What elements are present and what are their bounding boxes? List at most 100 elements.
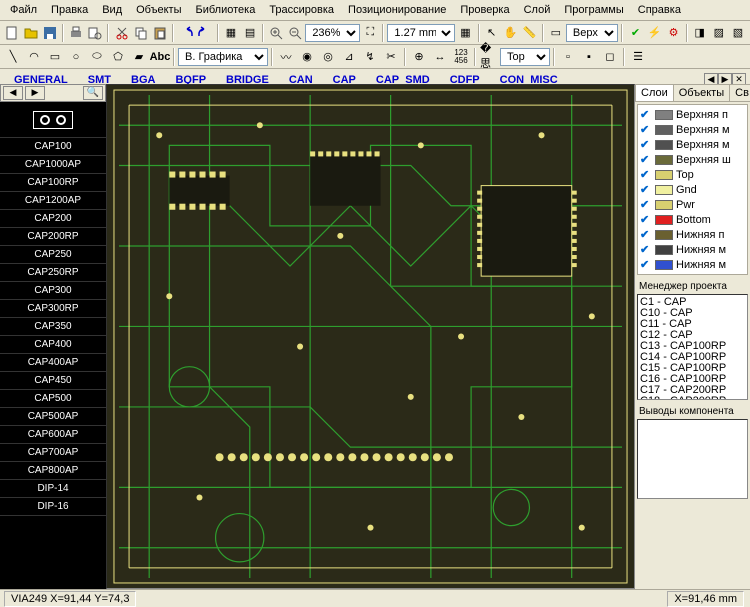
- trace-tool-icon[interactable]: 〰: [276, 47, 296, 67]
- unroute-icon[interactable]: ✂: [381, 47, 401, 67]
- menu-трассировка[interactable]: Трассировка: [263, 2, 340, 18]
- align-left-icon[interactable]: �思: [479, 47, 499, 67]
- lib-item[interactable]: CAP500: [0, 390, 106, 408]
- 3d-view-icon[interactable]: ◨: [691, 23, 709, 43]
- lib-item[interactable]: CAP400: [0, 336, 106, 354]
- layer-check-icon[interactable]: ✔: [640, 198, 652, 211]
- paste-icon[interactable]: [151, 23, 169, 43]
- ellipse-tool-icon[interactable]: ⬭: [87, 47, 107, 67]
- open-file-icon[interactable]: [22, 23, 40, 43]
- layer-row[interactable]: ✔Pwr: [640, 197, 745, 212]
- track-tool-icon[interactable]: ⊿: [339, 47, 359, 67]
- undo-icon[interactable]: [177, 23, 195, 43]
- menu-программы[interactable]: Программы: [558, 2, 629, 18]
- layer-check-icon[interactable]: ✔: [640, 183, 652, 196]
- right-tab-2[interactable]: Св: [729, 84, 750, 101]
- lib-item[interactable]: CAP500AP: [0, 408, 106, 426]
- lib-item[interactable]: CAP100: [0, 138, 106, 156]
- align-combo[interactable]: Top: [500, 48, 550, 66]
- print-icon[interactable]: [67, 23, 85, 43]
- layer-check-icon[interactable]: ✔: [640, 168, 652, 181]
- settings-icon[interactable]: ⚙: [665, 23, 683, 43]
- lib-item[interactable]: CAP600AP: [0, 426, 106, 444]
- layer-row[interactable]: ✔Верхняя ш: [640, 152, 745, 167]
- library-list[interactable]: CAP100CAP1000APCAP100RPCAP1200APCAP200CA…: [0, 138, 106, 589]
- layer-check-icon[interactable]: ✔: [640, 243, 652, 256]
- layer-select[interactable]: Верх: [566, 24, 619, 42]
- lib-item[interactable]: DIP-16: [0, 498, 106, 516]
- grid-toggle-icon[interactable]: ▦: [456, 23, 474, 43]
- zoom-in-icon[interactable]: [267, 23, 285, 43]
- copy-icon[interactable]: [132, 23, 150, 43]
- lib-item[interactable]: CAP300RP: [0, 300, 106, 318]
- layer-row[interactable]: ✔Top: [640, 167, 745, 182]
- menu-объекты[interactable]: Объекты: [130, 2, 187, 18]
- menu-файл[interactable]: Файл: [4, 2, 43, 18]
- zoom-combo[interactable]: 236%: [305, 24, 360, 42]
- cursor-icon[interactable]: ↖: [483, 23, 501, 43]
- layer-row[interactable]: ✔Bottom: [640, 212, 745, 227]
- component-icon[interactable]: ▦: [222, 23, 240, 43]
- print-preview-icon[interactable]: [86, 23, 104, 43]
- lib-item[interactable]: CAP400AP: [0, 354, 106, 372]
- small-tool-1-icon[interactable]: ▫: [558, 47, 578, 67]
- drc-icon[interactable]: ✔: [626, 23, 644, 43]
- save-icon[interactable]: [41, 23, 59, 43]
- coord-icon[interactable]: 123456: [451, 47, 471, 67]
- text-tool-icon[interactable]: Abc: [150, 47, 170, 67]
- pcb-canvas[interactable]: [106, 84, 635, 589]
- zoom-out-icon[interactable]: [286, 23, 304, 43]
- grid-combo[interactable]: 1.27 mm: [387, 24, 455, 42]
- view-mode-combo[interactable]: В. Графика: [178, 48, 268, 66]
- layer-row[interactable]: ✔Верхняя п: [640, 107, 745, 122]
- layer-check-icon[interactable]: ✔: [640, 258, 652, 271]
- fill-tool-icon[interactable]: ▰: [129, 47, 149, 67]
- layer-box-icon[interactable]: ▭: [547, 23, 565, 43]
- route-tool-icon[interactable]: ↯: [360, 47, 380, 67]
- pad-tool-icon[interactable]: ◎: [318, 47, 338, 67]
- lib-item[interactable]: CAP200: [0, 210, 106, 228]
- arc-tool-icon[interactable]: ◠: [24, 47, 44, 67]
- lib-item[interactable]: CAP800AP: [0, 462, 106, 480]
- layer-row[interactable]: ✔Верхняя м: [640, 122, 745, 137]
- lib-item[interactable]: CAP300: [0, 282, 106, 300]
- redo-icon[interactable]: [196, 23, 214, 43]
- layer-check-icon[interactable]: ✔: [640, 108, 652, 121]
- properties-icon[interactable]: ☰: [628, 47, 648, 67]
- layer-check-icon[interactable]: ✔: [640, 138, 652, 151]
- dimension-icon[interactable]: ↔: [430, 47, 450, 67]
- layer-check-icon[interactable]: ✔: [640, 153, 652, 166]
- layer-row[interactable]: ✔Gnd: [640, 182, 745, 197]
- polygon-tool-icon[interactable]: ⬠: [108, 47, 128, 67]
- lib-item[interactable]: CAP450: [0, 372, 106, 390]
- menu-проверка[interactable]: Проверка: [454, 2, 515, 18]
- render-icon[interactable]: ▧: [729, 23, 747, 43]
- project-item[interactable]: C18 - CAP200RP: [640, 396, 745, 400]
- rect-tool-icon[interactable]: ▭: [45, 47, 65, 67]
- lib-item[interactable]: CAP250RP: [0, 264, 106, 282]
- component-outputs-box[interactable]: [637, 419, 748, 499]
- menu-вид[interactable]: Вид: [96, 2, 128, 18]
- layer-row[interactable]: ✔Нижняя м: [640, 257, 745, 272]
- small-tool-3-icon[interactable]: ◻: [600, 47, 620, 67]
- layer-check-icon[interactable]: ✔: [640, 123, 652, 136]
- layer-row[interactable]: ✔Нижняя м: [640, 242, 745, 257]
- menu-библиотека[interactable]: Библиотека: [190, 2, 262, 18]
- lib-nav-prev-icon[interactable]: ◀: [3, 86, 23, 100]
- lib-item[interactable]: CAP1000AP: [0, 156, 106, 174]
- lib-nav-next-icon[interactable]: ▶: [25, 86, 45, 100]
- lib-item[interactable]: CAP100RP: [0, 174, 106, 192]
- lib-item[interactable]: CAP1200AP: [0, 192, 106, 210]
- zoom-fit-icon[interactable]: ⛶: [361, 23, 379, 43]
- circle-tool-icon[interactable]: ○: [66, 47, 86, 67]
- lib-item[interactable]: CAP350: [0, 318, 106, 336]
- measure-icon[interactable]: 📏: [521, 23, 539, 43]
- project-manager-list[interactable]: C1 - CAPC10 - CAPC11 - CAPC12 - CAPC13 -…: [637, 294, 748, 400]
- pan-icon[interactable]: ✋: [502, 23, 520, 43]
- library-icon[interactable]: ▤: [241, 23, 259, 43]
- new-file-icon[interactable]: [3, 23, 21, 43]
- cut-icon[interactable]: [112, 23, 130, 43]
- lib-item[interactable]: CAP200RP: [0, 228, 106, 246]
- lib-item[interactable]: CAP250: [0, 246, 106, 264]
- lib-search-icon[interactable]: 🔍: [83, 86, 103, 100]
